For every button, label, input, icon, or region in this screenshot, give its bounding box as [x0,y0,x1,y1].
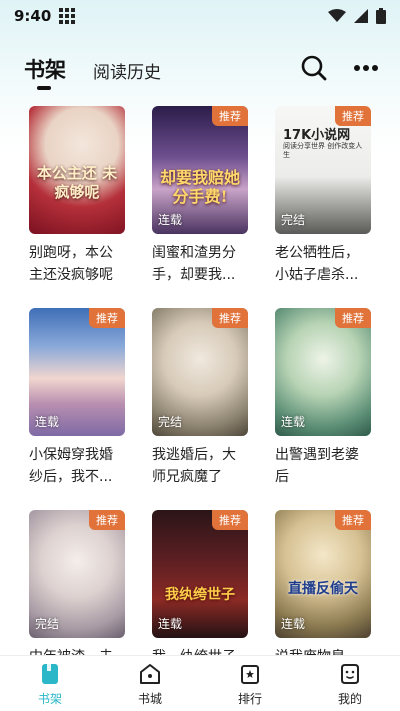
book-cover: 推荐 17K小说网 阅读分享世界 创作改变人生 完结 [275,106,371,234]
wifi-icon [328,9,346,22]
book-card[interactable]: 推荐 完结 我逃婚后，大 师兄疯魔了 [152,308,248,488]
ranking-icon [241,665,259,684]
recommend-badge: 推荐 [89,308,125,328]
nav-label: 书城 [137,692,162,706]
book-card[interactable]: 推荐 却要我赔她 分手费! 连载 闺蜜和渣男分 手，却要我... [152,106,248,286]
recommend-badge: 推荐 [335,510,371,530]
top-tab-bar: 书架 阅读历史 [0,46,400,94]
nav-label: 排行 [237,692,262,706]
status-time: 9:40 [14,7,52,25]
nav-item-ranking[interactable]: 排行 [220,662,280,707]
app-grid-icon [59,8,76,24]
recommend-badge: 推荐 [89,510,125,530]
book-title: 别跑呀，本公 主还没疯够呢 [29,245,113,283]
bottom-navigation: 书架 书城 排行 我的 [0,655,400,711]
battery-icon [376,8,386,24]
nav-item-profile[interactable]: 我的 [320,662,380,707]
serial-status-tag: 连载 [281,415,306,429]
nav-label: 书架 [37,692,62,706]
more-options-icon[interactable] [352,60,380,76]
book-title: 我逃婚后，大 师兄疯魔了 [152,447,236,485]
nav-item-bookstore[interactable]: 书城 [120,662,180,707]
publisher-logo-text: 17K小说网 [283,128,351,143]
nav-label: 我的 [337,692,362,706]
book-title: 老公牺牲后， 小姑子虐杀... [275,245,359,283]
nav-item-bookshelf[interactable]: 书架 [20,662,80,707]
active-tab-indicator [37,86,51,90]
serial-status-tag: 连载 [158,213,183,227]
tab-bookshelf[interactable]: 书架 [24,54,66,84]
cover-title-text: 我纨绔世子 [165,587,235,603]
serial-status-tag: 完结 [35,617,60,631]
book-cover: 推荐 我纨绔世子 连载 [152,510,248,638]
cover-title-text: 却要我赔她 分手费! [159,168,240,206]
book-card[interactable]: 本公主还 未疯够呢 别跑呀，本公 主还没疯够呢 [29,106,125,286]
serial-status-tag: 完结 [158,415,183,429]
publisher-slogan: 阅读分享世界 创作改变人生 [283,142,363,159]
serial-status-tag: 连载 [158,617,183,631]
bookstore-icon [140,664,160,684]
book-cover: 推荐 却要我赔她 分手费! 连载 [152,106,248,234]
recommend-badge: 推荐 [212,106,248,126]
book-cover: 推荐 直播反偷天 连载 [275,510,371,638]
serial-status-tag: 连载 [281,617,306,631]
book-cover: 推荐 连载 [275,308,371,436]
serial-status-tag: 完结 [281,213,306,227]
recommend-badge: 推荐 [212,308,248,328]
book-card[interactable]: 推荐 17K小说网 阅读分享世界 创作改变人生 完结 老公牺牲后， 小姑子虐杀.… [275,106,371,286]
book-cover: 推荐 完结 [29,510,125,638]
recommend-badge: 推荐 [335,106,371,126]
book-card[interactable]: 推荐 连载 出警遇到老婆 后 [275,308,371,488]
serial-status-tag: 连载 [35,415,60,429]
tab-reading-history[interactable]: 阅读历史 [93,58,161,83]
status-bar: 9:40 [0,0,400,32]
book-card[interactable]: 推荐 连载 小保姆穿我婚 纱后，我不... [29,308,125,488]
book-cover: 本公主还 未疯够呢 [29,106,125,234]
cover-title-text: 本公主还 未疯够呢 [36,164,118,201]
bookshelf-icon [42,664,58,684]
search-icon[interactable] [300,54,328,82]
profile-icon [341,664,359,684]
book-title: 小保姆穿我婚 纱后，我不... [29,447,113,485]
book-cover: 推荐 连载 [29,308,125,436]
recommend-badge: 推荐 [335,308,371,328]
cover-title-text: 直播反偷天 [288,581,358,597]
book-cover: 推荐 完结 [152,308,248,436]
book-title: 出警遇到老婆 后 [275,447,359,485]
book-title: 闺蜜和渣男分 手，却要我... [152,245,236,283]
signal-icon [354,9,368,23]
recommend-badge: 推荐 [212,510,248,530]
